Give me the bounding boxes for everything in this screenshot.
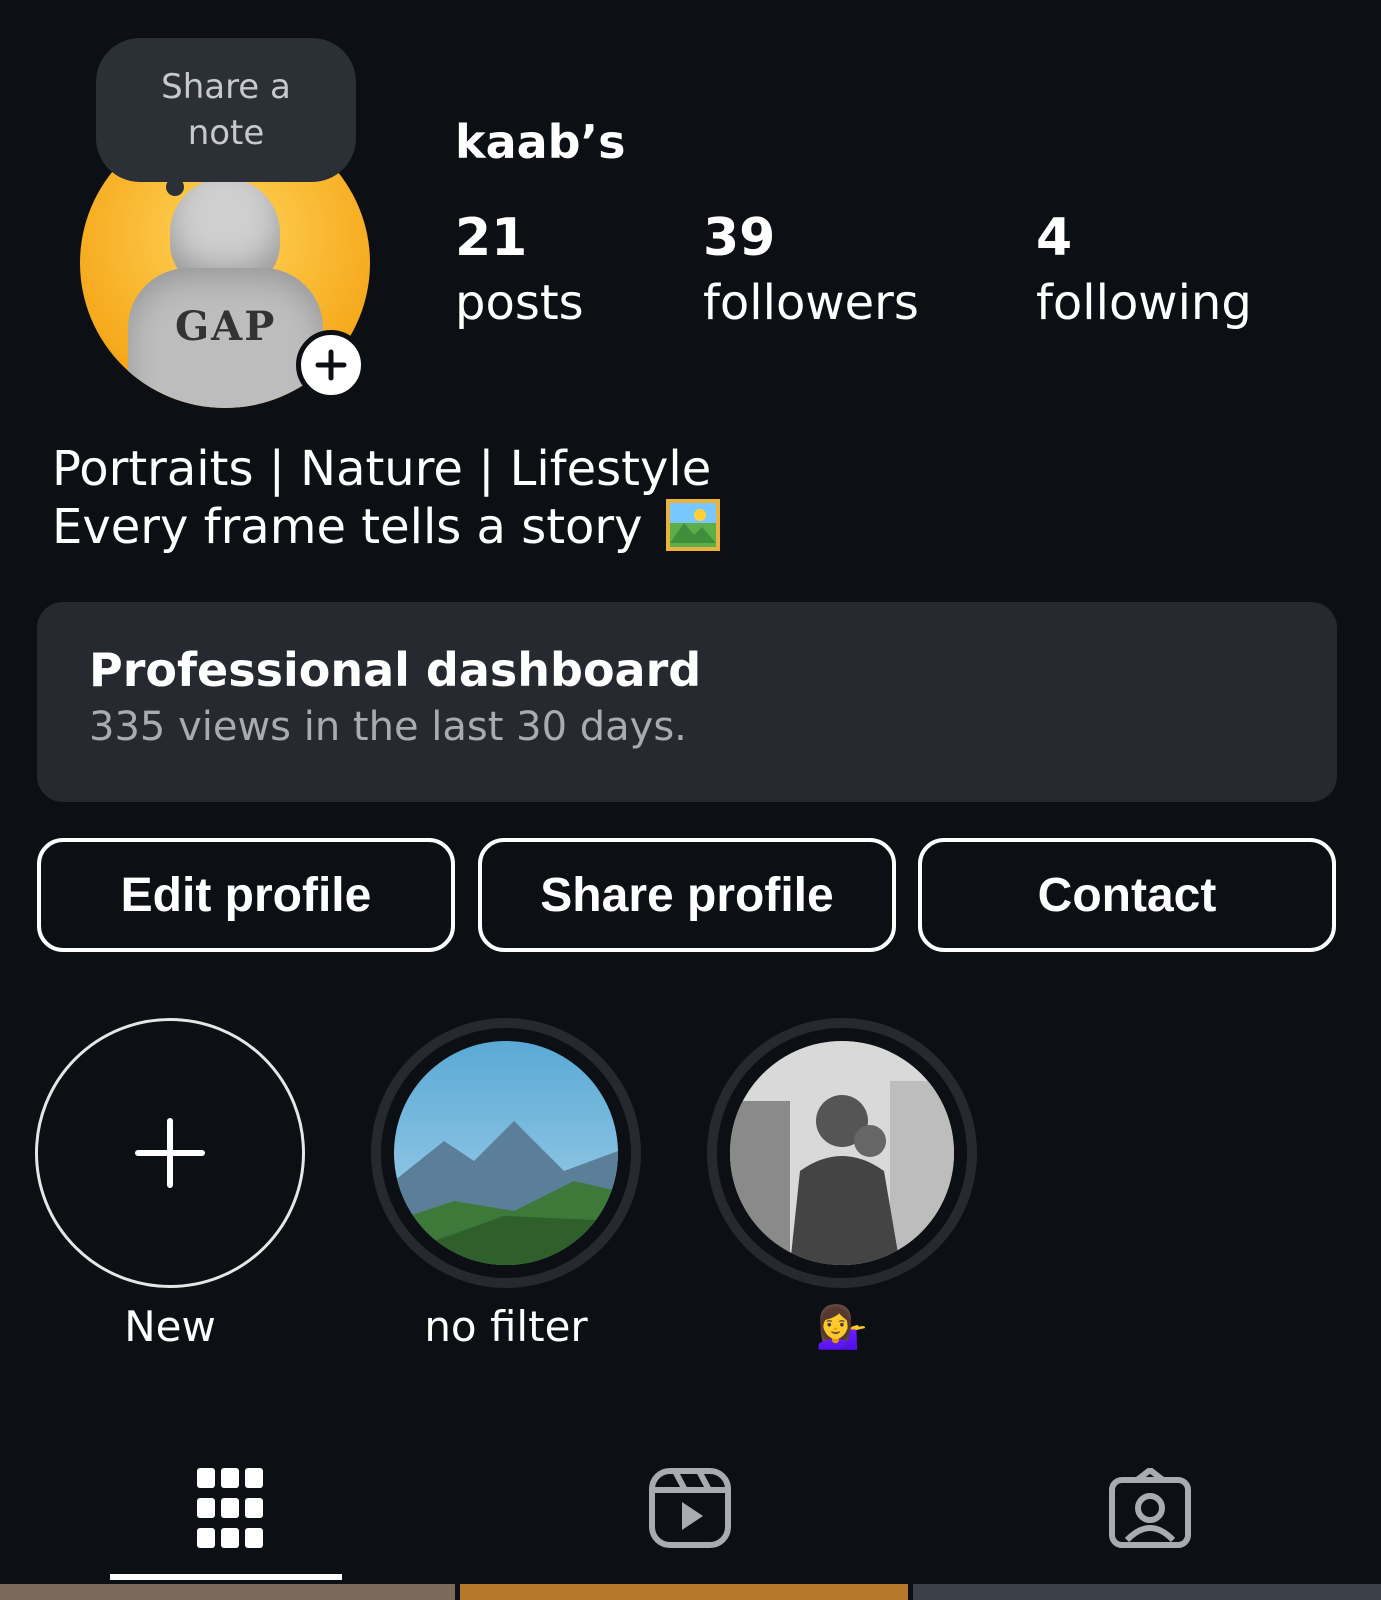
highlight-no-filter-ring xyxy=(371,1018,641,1288)
bio-line-2: Every frame tells a story xyxy=(52,499,643,555)
stat-followers[interactable]: 39 followers xyxy=(703,208,919,338)
dashboard-title: Professional dashboard xyxy=(89,643,702,697)
highlight-emoji-label: 💁‍♀️ xyxy=(815,1302,869,1351)
bio-line-1: Portraits | Nature | Lifestyle xyxy=(52,441,712,497)
stat-posts[interactable]: 21 posts xyxy=(455,208,584,338)
bio-line-2-row: Every frame tells a story xyxy=(52,498,720,556)
dashboard-views: 335 views in the last 30 days. xyxy=(89,704,687,750)
share-note-label: Share a note xyxy=(161,67,291,153)
avatar-shirt-text: GAP xyxy=(175,303,277,350)
highlight-emoji[interactable]: 💁‍♀️ xyxy=(707,1018,977,1352)
highlight-no-filter-cover xyxy=(394,1041,618,1265)
stat-posts-count: 21 xyxy=(455,208,528,268)
contact-button[interactable]: Contact xyxy=(918,838,1336,952)
stat-followers-count: 39 xyxy=(703,208,776,268)
stat-followers-label: followers xyxy=(703,275,919,331)
posts-grid-preview xyxy=(0,1584,1381,1600)
tagged-icon xyxy=(1109,1468,1191,1548)
profile-bio: Portraits | Nature | Lifestyle Every fra… xyxy=(52,440,720,556)
highlight-new[interactable]: New xyxy=(35,1018,305,1351)
stat-following[interactable]: 4 following xyxy=(1036,208,1252,338)
framed-picture-icon xyxy=(665,499,720,551)
plus-icon xyxy=(315,349,347,381)
plus-icon xyxy=(135,1118,205,1188)
reels-icon xyxy=(649,1468,731,1548)
grid-icon xyxy=(197,1468,263,1548)
share-note-bubble[interactable]: Share a note xyxy=(96,38,356,196)
stat-following-count: 4 xyxy=(1036,208,1073,268)
highlight-emoji-ring xyxy=(707,1018,977,1288)
stat-posts-label: posts xyxy=(455,275,584,331)
tab-tagged[interactable] xyxy=(920,1440,1380,1576)
tab-posts-grid[interactable] xyxy=(0,1440,460,1576)
add-story-button[interactable] xyxy=(296,330,366,400)
edit-profile-button[interactable]: Edit profile xyxy=(37,838,455,952)
tab-reels[interactable] xyxy=(460,1440,920,1576)
highlight-no-filter-label: no filter xyxy=(424,1302,588,1351)
profile-username: kaab’s xyxy=(455,115,626,169)
highlight-no-filter[interactable]: no filter xyxy=(371,1018,641,1351)
professional-dashboard-card[interactable]: Professional dashboard 335 views in the … xyxy=(37,602,1337,802)
highlight-new-ring xyxy=(35,1018,305,1288)
highlight-emoji-cover xyxy=(730,1041,954,1265)
post-thumbnail[interactable] xyxy=(460,1584,908,1600)
post-thumbnail[interactable] xyxy=(913,1584,1381,1600)
stat-following-label: following xyxy=(1036,275,1252,331)
share-profile-button[interactable]: Share profile xyxy=(478,838,896,952)
highlight-new-label: New xyxy=(124,1302,216,1351)
active-tab-indicator xyxy=(110,1574,342,1580)
profile-tab-bar xyxy=(0,1440,1381,1576)
post-thumbnail[interactable] xyxy=(0,1584,455,1600)
